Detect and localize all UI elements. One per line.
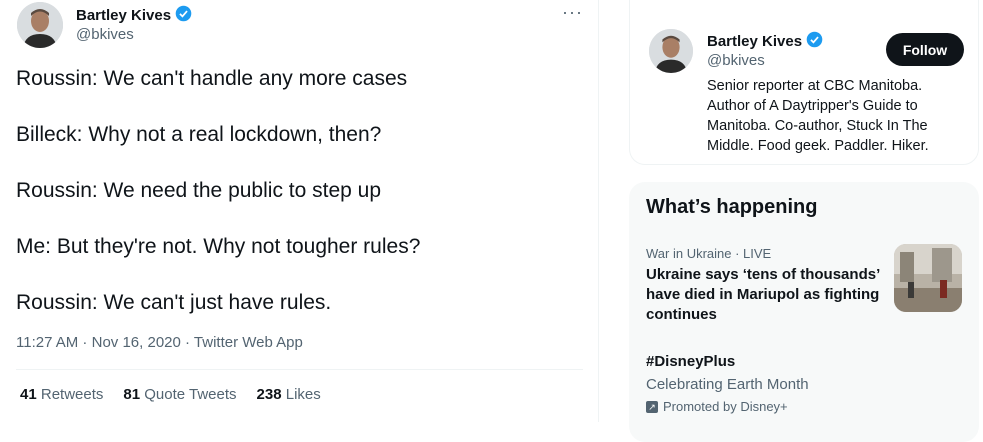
promoted-icon: ↗ <box>646 400 658 413</box>
author-name-text[interactable]: Bartley Kives <box>76 7 171 24</box>
promoted-label: ↗ Promoted by Disney+ <box>646 399 788 414</box>
retweets-count: 41 <box>20 386 37 403</box>
profile-bio: Senior reporter at CBC Manitoba. Author … <box>707 78 929 154</box>
tweet-text-line: Roussin: We can't just have rules. <box>16 291 332 314</box>
tweet-date[interactable]: Nov 16, 2020 <box>92 334 181 351</box>
verified-badge-icon <box>175 5 192 26</box>
relevant-people-card: Bartley Kives @bkives Follow Senior repo… <box>629 0 979 165</box>
tweet-source[interactable]: Twitter Web App <box>194 334 303 351</box>
verified-badge-icon <box>806 31 823 52</box>
tweet-detail: Bartley Kives @bkives ··· Roussin: We ca… <box>0 0 599 422</box>
panel-title: What’s happening <box>646 196 818 218</box>
more-options-icon[interactable]: ··· <box>562 2 583 23</box>
tweet-text-line: Roussin: We can't handle any more cases <box>16 67 408 90</box>
tweet-text-line: Me: But they're not. Why not tougher rul… <box>16 235 421 258</box>
profile-handle[interactable]: @bkives <box>707 52 765 69</box>
profile-name-text[interactable]: Bartley Kives <box>707 33 802 50</box>
promoted-text: Promoted by Disney+ <box>663 399 788 414</box>
author-handle[interactable]: @bkives <box>76 26 134 43</box>
trend-hashtag: #DisneyPlus <box>646 353 736 370</box>
follow-button[interactable]: Follow <box>886 33 964 66</box>
likes-stat[interactable]: 238 Likes <box>257 386 321 403</box>
likes-label: Likes <box>285 386 321 403</box>
author-avatar[interactable] <box>17 2 63 48</box>
quotes-count: 81 <box>123 386 141 403</box>
quote-tweets-stat[interactable]: 81 Quote Tweets <box>123 386 236 403</box>
retweets-label: Retweets <box>40 386 104 403</box>
trend-subtitle: Celebrating Earth Month <box>646 376 809 393</box>
likes-count: 238 <box>256 386 282 403</box>
trend-thumbnail <box>894 244 962 312</box>
retweets-stat[interactable]: 41 Retweets <box>20 386 103 403</box>
whats-happening-panel: What’s happening War in Ukraine · LIVE U… <box>629 182 979 442</box>
trend-headline: Ukraine says ‘tens of thousands’ have di… <box>646 266 880 323</box>
divider <box>16 369 583 370</box>
tweet-meta: 11:27 AM · Nov 16, 2020 · Twitter Web Ap… <box>16 334 303 351</box>
tweet-text-line: Billeck: Why not a real lockdown, then? <box>16 123 382 146</box>
profile-avatar[interactable] <box>649 29 693 73</box>
tweet-stats: 41 Retweets 81 Quote Tweets 238 Likes <box>20 386 321 403</box>
tweet-time[interactable]: 11:27 AM <box>16 334 78 351</box>
quotes-label: Quote Tweets <box>144 386 237 403</box>
profile-name[interactable]: Bartley Kives <box>707 31 823 52</box>
trend-meta: War in Ukraine · LIVE <box>646 246 772 261</box>
author-name[interactable]: Bartley Kives <box>76 5 192 26</box>
tweet-text-line: Roussin: We need the public to step up <box>16 179 382 202</box>
